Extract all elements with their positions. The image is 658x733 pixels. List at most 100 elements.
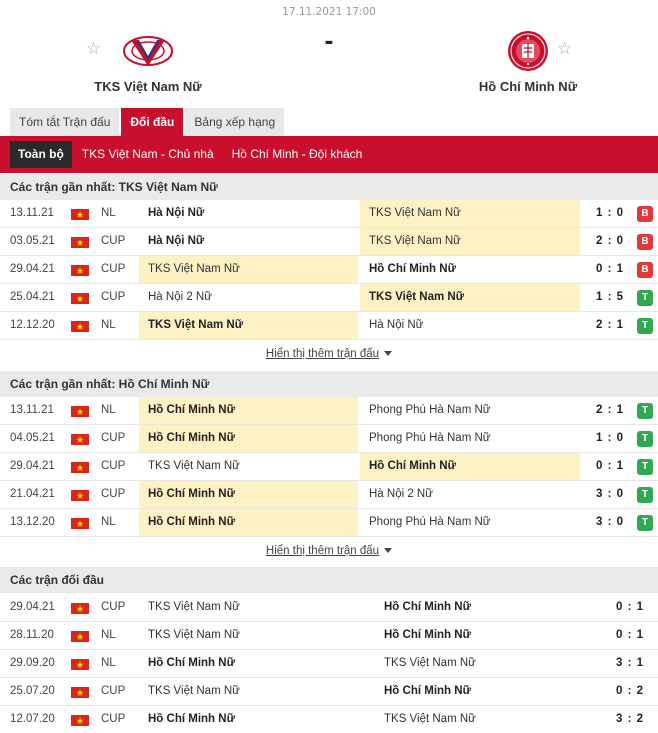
match-row[interactable]: 13.11.21 NL Hồ Chí Minh Nữ Phong Phú Hà Nam… (0, 397, 658, 425)
competition-code: NL (101, 657, 116, 669)
home-recent-list: 13.11.21 NL Hà Nội Nữ TKS Việt Nam Nữ 1 : 0B… (0, 200, 658, 340)
competition-code: CUP (101, 601, 126, 613)
home-team-name: TKS Việt Nam Nữ (94, 79, 202, 94)
caret-down-icon (384, 548, 393, 554)
tab-head-to-head[interactable]: Đối đầu (121, 108, 184, 136)
match-score: 0 : 1 (595, 460, 624, 472)
result-badge: T (637, 290, 653, 306)
match-row[interactable]: 21.04.21 CUP Hồ Chí Minh Nữ Hà Nội 2 Nữ 3 : … (0, 481, 658, 509)
home-team-cell[interactable]: TKS Việt Nam Nữ (139, 453, 358, 480)
match-date: 28.11.20 (10, 629, 54, 641)
section-title-away-recent: Các trận gần nhất: Hồ Chí Minh Nữ (0, 371, 658, 397)
away-team-cell[interactable]: TKS Việt Nam Nữ (360, 200, 580, 227)
home-team-cell[interactable]: Hồ Chí Minh Nữ (139, 397, 358, 424)
away-team-cell[interactable]: Hồ Chí Minh Nữ (360, 256, 580, 283)
vietnam-flag-icon (71, 293, 89, 304)
away-team-cell[interactable]: Hồ Chí Minh Nữ (360, 453, 580, 480)
home-team-cell[interactable]: Hồ Chí Minh Nữ (139, 509, 358, 536)
home-team-cell[interactable]: Hà Nội Nữ (139, 200, 358, 227)
home-team-cell[interactable]: Hồ Chí Minh Nữ (139, 481, 358, 508)
match-score: 2 : 1 (595, 404, 624, 416)
vietnam-flag-icon (71, 490, 89, 501)
away-team-cell[interactable]: Phong Phú Hà Nam Nữ (360, 509, 580, 536)
away-team-cell[interactable]: TKS Việt Nam Nữ (360, 228, 580, 255)
subtab-home[interactable]: TKS Việt Nam - Chủ nhà (74, 141, 222, 168)
match-row[interactable]: 29.04.21 CUP TKS Việt Nam Nữ Hồ Chí Minh Nữ… (0, 256, 658, 284)
match-date: 03.05.21 (10, 235, 55, 247)
vietnam-flag-icon (71, 321, 89, 332)
match-score: 1 : 5 (595, 291, 624, 303)
away-team-cell[interactable]: Phong Phú Hà Nam Nữ (360, 425, 580, 452)
home-team-cell[interactable]: TKS Việt Nam Nữ (139, 678, 359, 705)
hcm-football-club-crest-icon (501, 26, 555, 76)
competition-code: NL (101, 629, 116, 641)
match-score: 0 : 2 (615, 685, 644, 697)
match-row[interactable]: 29.04.21 CUP TKS Việt Nam Nữ Hồ Chí Minh Nữ… (0, 453, 658, 481)
vietnam-flag-icon (71, 687, 89, 698)
vietnam-flag-icon (71, 265, 89, 276)
home-team-cell[interactable]: Hồ Chí Minh Nữ (139, 425, 358, 452)
away-team-cell[interactable]: Hồ Chí Minh Nữ (375, 678, 585, 705)
home-team-cell[interactable]: Hồ Chí Minh Nữ (139, 706, 359, 733)
tab-standings[interactable]: Bảng xếp hạng (185, 108, 285, 136)
competition-code: CUP (101, 685, 126, 697)
match-row[interactable]: 12.07.20 CUP Hồ Chí Minh Nữ TKS Việt Nam Nữ… (0, 706, 658, 733)
away-team-cell[interactable]: Hà Nội Nữ (360, 312, 580, 339)
away-team-cell[interactable]: Hà Nội 2 Nữ (360, 481, 580, 508)
section-title-h2h: Các trận đối đầu (0, 567, 658, 593)
away-team-cell[interactable]: TKS Việt Nam Nữ (375, 650, 585, 677)
match-row[interactable]: 29.09.20 NL Hồ Chí Minh Nữ TKS Việt Nam Nữ 3… (0, 650, 658, 678)
match-row[interactable]: 29.04.21 CUP TKS Việt Nam Nữ Hồ Chí Minh Nữ… (0, 594, 658, 622)
match-datetime: 17.11.2021 17:00 (282, 6, 376, 18)
competition-code: CUP (101, 291, 126, 303)
match-date: 13.12.20 (10, 516, 55, 528)
match-row[interactable]: 28.11.20 NL TKS Việt Nam Nữ Hồ Chí Minh Nữ 0… (0, 622, 658, 650)
match-row[interactable]: 04.05.21 CUP Hồ Chí Minh Nữ Phong Phú Hà Na… (0, 425, 658, 453)
favorite-star-icon-away[interactable]: ☆ (557, 39, 572, 59)
subtab-all[interactable]: Toàn bộ (10, 141, 72, 168)
match-row[interactable]: 13.11.21 NL Hà Nội Nữ TKS Việt Nam Nữ 1 : 0 B (0, 200, 658, 228)
vietnam-flag-icon (71, 237, 89, 248)
away-team[interactable]: Hồ Chí Minh Nữ (428, 26, 628, 94)
home-team-cell[interactable]: TKS Việt Nam Nữ (139, 256, 358, 283)
vietnam-flag-icon (71, 209, 89, 220)
match-score: 2 : 1 (595, 319, 624, 331)
match-date: 13.11.21 (10, 207, 54, 219)
home-team-cell[interactable]: TKS Việt Nam Nữ (139, 622, 359, 649)
away-team-cell[interactable]: Hồ Chí Minh Nữ (375, 622, 585, 649)
vietnam-flag-icon (71, 659, 89, 670)
match-score: 0 : 1 (615, 629, 644, 641)
match-score: 1 : 0 (595, 207, 624, 219)
away-team-cell[interactable]: Phong Phú Hà Nam Nữ (360, 397, 580, 424)
match-score: 3 : 2 (615, 713, 644, 725)
home-team-cell[interactable]: Hồ Chí Minh Nữ (139, 650, 359, 677)
show-more-label[interactable]: Hiển thị thêm trận đấu (266, 348, 379, 360)
match-row[interactable]: 25.07.20 CUP TKS Việt Nam Nữ Hồ Chí Minh Nữ… (0, 678, 658, 706)
home-team-cell[interactable]: Hà Nội Nữ (139, 228, 358, 255)
result-badge: T (637, 459, 653, 475)
match-row[interactable]: 12.12.20 NL TKS Việt Nam Nữ Hà Nội Nữ 2 : 1 T (0, 312, 658, 340)
home-team-cell[interactable]: TKS Việt Nam Nữ (139, 594, 359, 621)
result-badge: B (637, 262, 653, 278)
tab-summary[interactable]: Tóm tắt Trận đấu (10, 108, 120, 136)
result-badge: T (637, 318, 653, 334)
away-team-cell[interactable]: TKS Việt Nam Nữ (375, 706, 585, 733)
away-team-name: Hồ Chí Minh Nữ (478, 79, 578, 94)
match-row[interactable]: 25.04.21 CUP Hà Nội 2 Nữ TKS Việt Nam Nữ 1 :… (0, 284, 658, 312)
main-tabs: Tóm tắt Trận đấu Đối đầu Bảng xếp hạng (10, 108, 286, 136)
result-badge: T (637, 403, 653, 419)
show-more-label[interactable]: Hiển thị thêm trận đấu (266, 545, 379, 557)
match-score: 3 : 1 (615, 657, 644, 669)
section-title-home-recent: Các trận gần nhất: TKS Việt Nam Nữ (0, 174, 658, 200)
away-team-cell[interactable]: TKS Việt Nam Nữ (360, 284, 580, 311)
match-row[interactable]: 13.12.20 NL Hồ Chí Minh Nữ Phong Phú Hà Nam… (0, 509, 658, 537)
show-more-home[interactable]: Hiển thị thêm trận đấu (0, 348, 658, 360)
home-team-cell[interactable]: TKS Việt Nam Nữ (139, 312, 358, 339)
subtab-away[interactable]: Hồ Chí Minh - Đội khách (224, 141, 371, 168)
match-date: 25.04.21 (10, 291, 55, 303)
show-more-away[interactable]: Hiển thị thêm trận đấu (0, 545, 658, 557)
home-team-cell[interactable]: Hà Nội 2 Nữ (139, 284, 358, 311)
away-team-cell[interactable]: Hồ Chí Minh Nữ (375, 594, 585, 621)
away-recent-list: 13.11.21 NL Hồ Chí Minh Nữ Phong Phú Hà Nam… (0, 397, 658, 537)
match-row[interactable]: 03.05.21 CUP Hà Nội Nữ TKS Việt Nam Nữ 2 : 0… (0, 228, 658, 256)
